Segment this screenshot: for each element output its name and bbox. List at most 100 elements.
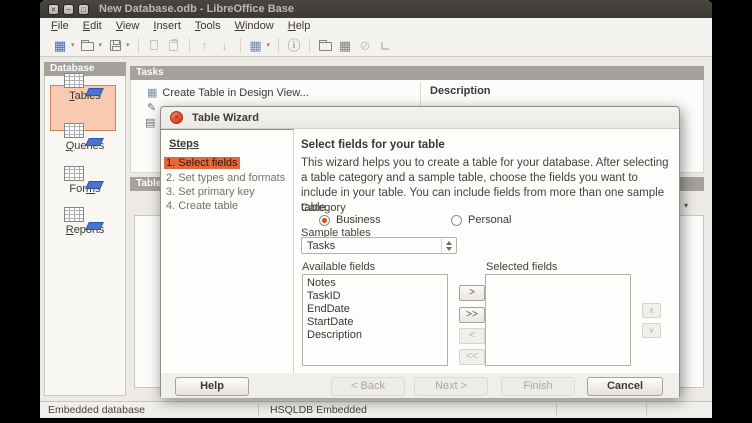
step-set-types-formats[interactable]: 2. Set types and formats: [164, 172, 287, 184]
open-database-folder-icon[interactable]: [316, 36, 334, 54]
list-item[interactable]: TaskID: [303, 290, 447, 303]
radio-business[interactable]: Business: [319, 214, 381, 226]
steps-header: Steps: [169, 138, 199, 150]
status-separator: [258, 404, 259, 416]
wizard-pencil-icon: ✎: [147, 101, 156, 114]
move-left-button: <: [459, 328, 485, 344]
relationships-icon: ⊘: [356, 36, 374, 54]
dialog-title: Table Wizard: [192, 112, 259, 124]
new-database-dropdown-icon[interactable]: ▾: [71, 41, 75, 49]
wizard-content: Select fields for your table This wizard…: [295, 129, 680, 373]
wizard-description: This wizard helps you to create a table …: [301, 156, 677, 216]
window-title: New Database.odb - LibreOffice Base: [99, 3, 294, 15]
selected-fields-label: Selected fields: [486, 261, 558, 273]
toolbar-separator: [278, 38, 279, 53]
finish-button: Finish: [501, 377, 575, 396]
new-database-icon[interactable]: ▦: [51, 36, 69, 54]
step-create-table[interactable]: 4. Create table: [164, 200, 240, 212]
screen: × − □ New Database.odb - LibreOffice Bas…: [0, 0, 752, 423]
move-all-right-button[interactable]: >>: [459, 307, 485, 323]
move-right-button[interactable]: >: [459, 285, 485, 301]
toolbar-separator: [138, 38, 139, 53]
sidebar-item-tables[interactable]: Tables: [54, 88, 116, 102]
statusbar: Embedded database HSQLDB Embedded: [40, 401, 712, 418]
available-fields-listbox[interactable]: Notes TaskID EndDate StartDate Descripti…: [302, 274, 448, 366]
list-item[interactable]: EndDate: [303, 303, 447, 316]
step-set-primary-key[interactable]: 3. Set primary key: [164, 186, 257, 198]
copy-icon: [145, 36, 163, 54]
maximize-icon[interactable]: □: [78, 4, 89, 15]
radio-personal[interactable]: Personal: [451, 214, 511, 226]
next-button: Next >: [414, 377, 488, 396]
menu-item-file[interactable]: File: [44, 19, 76, 33]
sort-ascending-icon: ↑: [196, 36, 214, 54]
minimize-icon[interactable]: −: [63, 4, 74, 15]
description-column-header: Description: [430, 85, 491, 97]
menu-item-tools[interactable]: Tools: [188, 19, 228, 33]
help-button[interactable]: Help: [175, 377, 249, 396]
form-icon[interactable]: ▦: [247, 36, 265, 54]
menu-item-help[interactable]: Help: [281, 19, 318, 33]
status-separator: [556, 404, 557, 416]
selected-fields-listbox[interactable]: [485, 274, 631, 366]
radio-personal-icon[interactable]: [451, 215, 462, 226]
sidebar-item-queries[interactable]: Queries: [54, 138, 116, 152]
close-icon[interactable]: ×: [48, 4, 59, 15]
dialog-close-icon[interactable]: ×: [170, 111, 183, 124]
window-titlebar: × − □ New Database.odb - LibreOffice Bas…: [40, 0, 712, 18]
list-item[interactable]: Notes: [303, 277, 447, 290]
tasks-panel-header: Tasks: [130, 66, 704, 80]
dialog-button-row: Help < Back Next > Finish Cancel: [161, 373, 679, 398]
menu-item-view[interactable]: View: [109, 19, 147, 33]
status-engine: HSQLDB Embedded: [270, 404, 367, 416]
sample-tables-spinner-icon[interactable]: [441, 238, 456, 253]
menu-item-insert[interactable]: Insert: [146, 19, 188, 33]
category-label: Category: [301, 202, 346, 214]
back-button: < Back: [331, 377, 405, 396]
preview-dropdown-caret[interactable]: ▾: [684, 201, 688, 210]
move-down-button: ∨: [642, 323, 661, 338]
task-use-wizard[interactable]: ✎: [147, 101, 156, 114]
open-dropdown-icon[interactable]: ▾: [99, 41, 103, 49]
paste-icon: [165, 36, 183, 54]
toolbar: ▦ ▾ ▾ ▾ ↑ ↓ ▦ ▾ ⓘ ▦ ⊘: [40, 34, 712, 57]
step-select-fields[interactable]: 1. Select fields: [164, 157, 240, 169]
available-fields-label: Available fields: [302, 261, 375, 273]
menu-item-window[interactable]: Window: [228, 19, 281, 33]
page-title: Select fields for your table: [301, 139, 445, 151]
menubar: File Edit View Insert Tools Window Help: [40, 18, 712, 34]
table-wizard-dialog: × Table Wizard Steps 1. Select fields 2.…: [160, 106, 680, 397]
save-icon[interactable]: [106, 36, 124, 54]
wizard-steps-panel: Steps 1. Select fields 2. Set types and …: [161, 129, 294, 373]
table-icon[interactable]: ▦: [336, 36, 354, 54]
cancel-button[interactable]: Cancel: [587, 377, 663, 396]
task-create-table-design-view[interactable]: ▦ Create Table in Design View...: [147, 86, 309, 99]
toolbar-separator: [309, 38, 310, 53]
open-icon[interactable]: [79, 36, 97, 54]
menu-item-edit[interactable]: Edit: [76, 19, 109, 33]
status-database-type: Embedded database: [48, 404, 145, 416]
sidebar-item-forms[interactable]: Forms: [54, 181, 116, 195]
list-item[interactable]: StartDate: [303, 316, 447, 329]
design-view-icon: ▦: [147, 86, 157, 99]
save-dropdown-icon[interactable]: ▾: [126, 41, 130, 49]
form-dropdown-icon[interactable]: ▾: [267, 41, 271, 49]
toolbar-separator: [189, 38, 190, 53]
toolbar-separator: [240, 38, 241, 53]
sample-tables-select[interactable]: Tasks: [301, 237, 457, 254]
radio-business-icon[interactable]: [319, 215, 330, 226]
move-up-button: ∧: [642, 303, 661, 318]
sample-tables-value: Tasks: [307, 240, 441, 252]
list-item[interactable]: Description: [303, 329, 447, 342]
window-controls: × − □: [48, 4, 89, 15]
status-separator: [646, 404, 647, 416]
design-icon: [376, 36, 394, 54]
move-all-left-button: <<: [459, 349, 485, 365]
info-icon[interactable]: ⓘ: [285, 36, 303, 54]
task-create-view[interactable]: ▤: [145, 116, 155, 129]
dialog-titlebar: × Table Wizard: [161, 107, 679, 129]
create-view-icon: ▤: [145, 116, 155, 129]
sidebar-item-reports[interactable]: Reports: [54, 222, 116, 236]
database-panel-header: Database: [44, 62, 126, 76]
sort-descending-icon: ↓: [216, 36, 234, 54]
